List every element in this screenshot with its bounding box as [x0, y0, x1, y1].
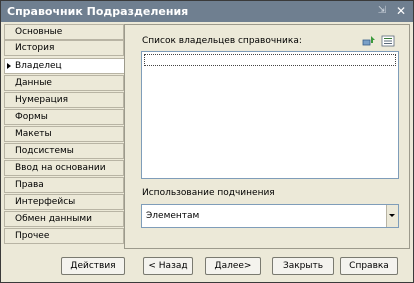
nav-item-formy[interactable]: Формы [4, 109, 124, 125]
close-button[interactable]: Закрыть [272, 257, 334, 275]
nav-item-label: Формы [15, 112, 48, 122]
nav-item-label: Интерфейсы [15, 197, 76, 207]
next-button[interactable]: Далее> [205, 257, 261, 275]
nav-item-vvod-na-osnovanii[interactable]: Ввод на основании [4, 160, 124, 176]
nav-item-podsistemy[interactable]: Подсистемы [4, 143, 124, 159]
nav-item-interfeisy[interactable]: Интерфейсы [4, 194, 124, 210]
nav-item-numeratsiya[interactable]: Нумерация [4, 92, 124, 108]
owner-settings-panel: Список владельцев справочника: Использов… [124, 24, 410, 249]
settings-nav: Основные История Владелец Данные Нумерац… [4, 24, 126, 246]
list-item[interactable] [144, 54, 396, 66]
nav-item-label: Подсистемы [15, 146, 74, 156]
nav-item-osnovnye[interactable]: Основные [4, 24, 124, 40]
actions-button[interactable]: Действия [61, 257, 125, 275]
nav-item-istoriya[interactable]: История [4, 40, 124, 56]
nav-item-makety[interactable]: Макеты [4, 126, 124, 142]
owners-list-label: Список владельцев справочника: [142, 36, 302, 46]
nav-item-label: Нумерация [15, 95, 69, 105]
nav-item-vladelets[interactable]: Владелец [4, 58, 126, 74]
title-bar[interactable]: Справочник Подразделения ⇲ ✕ [1, 1, 413, 22]
nav-item-label: Обмен данными [15, 214, 92, 224]
help-button[interactable]: Справка [340, 257, 398, 275]
current-item-marker-icon [7, 63, 11, 69]
edit-owners-icon[interactable] [381, 35, 395, 47]
nav-item-label: Ввод на основании [15, 163, 106, 173]
nav-item-label: Владелец [15, 61, 62, 71]
nav-item-label: Данные [15, 78, 52, 88]
nav-item-label: Права [15, 180, 44, 190]
subordination-usage-value: Элементам [146, 211, 200, 221]
subordination-usage-select[interactable]: Элементам [141, 204, 399, 228]
nav-item-label: Макеты [15, 129, 52, 139]
owners-list[interactable] [141, 51, 399, 179]
dialog-window: Справочник Подразделения ⇲ ✕ Основные Ис… [0, 0, 414, 283]
window-title: Справочник Подразделения [7, 5, 189, 18]
nav-item-label: Основные [15, 27, 63, 37]
close-icon[interactable]: ✕ [394, 4, 408, 18]
subordination-usage-label: Использование подчинения [142, 188, 275, 198]
add-owner-icon[interactable] [362, 35, 376, 47]
pin-icon[interactable]: ⇲ [375, 4, 389, 18]
back-button[interactable]: < Назад [143, 257, 193, 275]
chevron-down-icon[interactable] [386, 205, 398, 227]
nav-item-obmen-dannymi[interactable]: Обмен данными [4, 211, 124, 227]
nav-item-prochee[interactable]: Прочее [4, 228, 124, 244]
nav-item-label: Прочее [15, 231, 50, 241]
nav-item-label: История [15, 43, 55, 53]
nav-item-dannye[interactable]: Данные [4, 75, 124, 91]
nav-item-prava[interactable]: Права [4, 177, 124, 193]
